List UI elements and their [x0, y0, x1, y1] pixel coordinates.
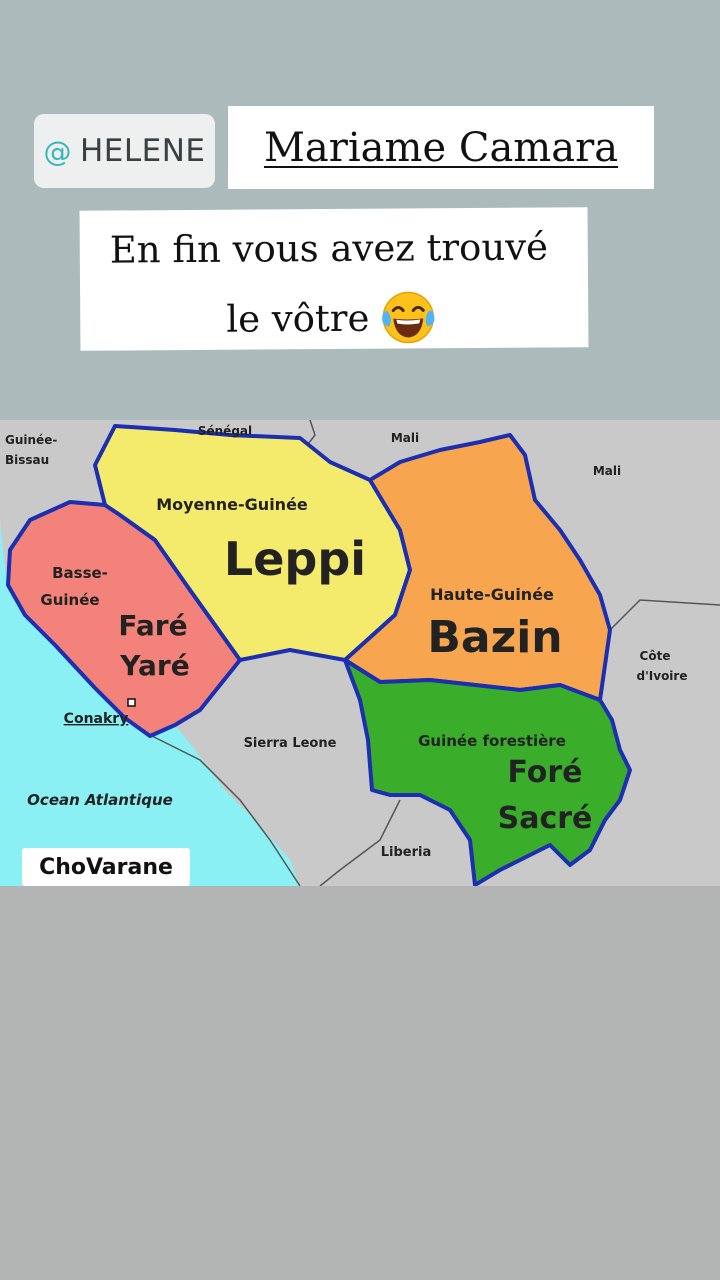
caption-box: En fin vous avez trouvé le vôtre [79, 207, 589, 351]
nickname-haute: Bazin [427, 612, 562, 663]
label-mali-2: Mali [593, 464, 621, 478]
guinea-map: Moyenne-Guinée Leppi Basse- Guinée Faré … [0, 420, 720, 886]
label-guinee-forestiere: Guinée forestière [418, 732, 566, 750]
caption-line-2-row: le vôtre [226, 290, 435, 345]
capital-marker [127, 698, 136, 707]
story-title: Mariame Camara [263, 124, 619, 171]
label-guinea-bissau-1: Guinée- [5, 433, 57, 447]
label-basse-1: Basse- [52, 564, 108, 582]
mention-handle: HELENE [79, 133, 206, 169]
nickname-forest-2: Sacré [498, 801, 593, 836]
watermark: ChoVarane [22, 848, 190, 886]
label-mali-1: Mali [391, 431, 419, 445]
nickname-basse-2: Yaré [119, 649, 189, 682]
label-conakry: Conakry [64, 711, 129, 727]
label-cote-ivoire-2: d'Ivoire [637, 669, 688, 683]
label-sierra-leone: Sierra Leone [244, 736, 337, 751]
face-with-tears-of-joy-icon [381, 290, 435, 344]
label-haute-guinee: Haute-Guinée [430, 585, 554, 604]
nickname-forest-1: Foré [507, 755, 582, 790]
label-liberia: Liberia [381, 845, 432, 860]
label-ocean: Ocean Atlantique [27, 791, 173, 809]
at-symbol: @ [43, 134, 72, 168]
caption-line-1: En fin vous avez trouvé [109, 225, 549, 272]
mention-sticker[interactable]: @ HELENE [34, 114, 215, 188]
caption-line-2: le vôtre [226, 296, 370, 341]
nickname-basse-1: Faré [118, 609, 187, 642]
label-cote-ivoire-1: Côte [640, 649, 671, 663]
label-guinea-bissau-2: Bissau [5, 453, 49, 467]
title-box: Mariame Camara [228, 106, 654, 189]
nickname-moyenne: Leppi [224, 532, 366, 586]
label-moyenne-guinee: Moyenne-Guinée [156, 495, 308, 514]
label-senegal: Sénégal [198, 424, 252, 438]
label-basse-2: Guinée [40, 591, 99, 609]
